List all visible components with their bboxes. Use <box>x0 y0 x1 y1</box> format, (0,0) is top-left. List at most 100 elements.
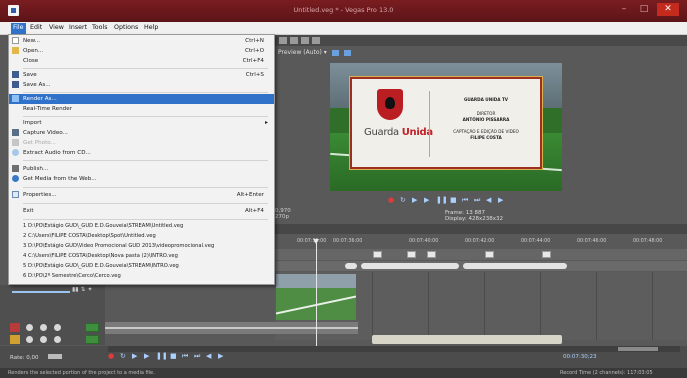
solo-icon[interactable] <box>40 324 47 331</box>
menu-item-exit[interactable]: Exit Alt+F4 <box>9 206 274 216</box>
time-ruler[interactable]: 00:07:35:00 00:07:36:00 00:07:40:00 00:0… <box>275 239 687 248</box>
preview-settings-icon[interactable] <box>279 37 287 44</box>
preview-quality[interactable]: Preview (Auto) ▾ <box>278 49 351 56</box>
next-frame-icon[interactable]: ▶ <box>498 196 503 204</box>
menu-tools[interactable]: Tools <box>90 24 110 31</box>
menu-item-get-photo: Get Photo... <box>9 138 274 148</box>
menu-item-extract-audio[interactable]: Extract Audio from CD... <box>9 148 274 158</box>
play-from-start-icon[interactable]: ▶ <box>412 196 417 204</box>
audio-track-header[interactable] <box>10 335 102 344</box>
marker-bar[interactable] <box>275 249 687 260</box>
recent-file-1[interactable]: 1 D:\PO\Estágio GUD\_GUD E.D.Gouveia\STR… <box>23 223 183 229</box>
menu-insert[interactable]: Insert <box>67 24 89 31</box>
go-to-start-icon[interactable]: ⏮ <box>462 196 468 205</box>
track-volume-slider[interactable] <box>12 291 70 293</box>
next-frame-icon[interactable]: ▶ <box>218 352 223 360</box>
loop-icon[interactable]: ↻ <box>120 352 126 360</box>
menu-item-properties[interactable]: Properties... Alt+Enter <box>9 190 274 200</box>
card-separator <box>429 91 430 157</box>
menu-item-real-time-render[interactable]: Real-Time Render <box>9 104 274 114</box>
title-bar: Untitled.veg * - Vegas Pro 13.0 – □ ✕ <box>0 0 687 22</box>
mute-icon[interactable] <box>26 324 33 331</box>
menu-item-save-as[interactable]: Save As... <box>9 80 274 90</box>
mute-icon[interactable] <box>26 336 33 343</box>
play-from-start-icon[interactable]: ▶ <box>132 352 137 360</box>
split-screen-icon[interactable] <box>290 37 298 44</box>
overlay-icon[interactable] <box>301 37 309 44</box>
recent-file-4[interactable]: 4 C:\Users\FILIPE COSTA\Desktop\Nova pas… <box>23 253 178 259</box>
menu-edit[interactable]: Edit <box>28 24 44 31</box>
video-track-header[interactable] <box>10 323 102 332</box>
rate-slider[interactable] <box>48 354 62 359</box>
loop-region-bar[interactable] <box>275 261 687 271</box>
timeline-scrollbar[interactable] <box>108 346 680 352</box>
close-icon[interactable]: ✕ <box>657 3 679 16</box>
minimize-icon[interactable]: – <box>616 3 632 16</box>
recent-file-2[interactable]: 2 C:\Users\FILIPE COSTA\Desktop\Spot\Unt… <box>23 233 156 239</box>
menu-options[interactable]: Options <box>112 24 140 31</box>
record-icon[interactable]: ● <box>388 196 394 204</box>
menu-item-capture-video[interactable]: Capture Video... <box>9 128 274 138</box>
menu-item-render-as[interactable]: Render As... <box>9 94 274 104</box>
track-controls[interactable]: ▮▮ ⇅ ✦ <box>72 286 92 293</box>
marker[interactable] <box>427 251 436 258</box>
play-icon[interactable]: ▶ <box>144 352 149 360</box>
loop-icon[interactable]: ↻ <box>400 196 406 204</box>
menu-item-new[interactable]: New... Ctrl+N <box>9 36 274 46</box>
snapshot-icon[interactable] <box>331 49 339 56</box>
copy-snapshot-icon[interactable] <box>343 49 351 56</box>
title-card: Guarda Unida GUARDA UNIDA TV DIRETOR ANT… <box>350 77 542 169</box>
card-line-5: FILIPE COSTA <box>470 135 502 140</box>
gridline <box>484 272 485 340</box>
menu-item-import[interactable]: Import ▸ <box>9 118 274 128</box>
go-to-end-icon[interactable]: ⏭ <box>194 352 200 361</box>
prev-frame-icon[interactable]: ◀ <box>486 196 491 204</box>
menu-item-get-media-web[interactable]: Get Media from the Web... <box>9 174 274 184</box>
go-to-start-icon[interactable]: ⏮ <box>182 352 188 361</box>
menu-file[interactable]: File <box>11 23 26 34</box>
menu-help[interactable]: Help <box>142 24 160 31</box>
recent-file-5[interactable]: 5 D:\PO\Estágio GUD\_GUD E.D.Gouveia\STR… <box>23 263 179 269</box>
menu-view[interactable]: View <box>47 24 66 31</box>
fx-icon[interactable] <box>54 324 61 331</box>
rate-label: Rate: 0,00 <box>10 355 39 361</box>
audio-clip-1[interactable] <box>105 322 358 334</box>
track-color-swatch <box>10 323 20 332</box>
menu-item-open[interactable]: Open... Ctrl+O <box>9 46 274 56</box>
preview-quality-label: Preview (Auto) <box>278 49 322 56</box>
pause-icon[interactable]: ❚❚ <box>436 196 448 204</box>
marker[interactable] <box>373 251 382 258</box>
region-segment[interactable] <box>361 263 459 269</box>
marker[interactable] <box>407 251 416 258</box>
region-segment[interactable] <box>345 263 357 269</box>
menu-item-close[interactable]: Close Ctrl+F4 <box>9 56 274 66</box>
recent-file-6[interactable]: 6 D:\PO\2º Semestre\Cerco\Cerco.veg <box>23 273 121 279</box>
go-to-end-icon[interactable]: ⏭ <box>474 196 480 205</box>
scrollbar-thumb[interactable] <box>618 347 658 351</box>
region-segment[interactable] <box>463 263 567 269</box>
marker[interactable] <box>542 251 551 258</box>
menu-item-save[interactable]: Save Ctrl+S <box>9 70 274 80</box>
record-icon[interactable]: ● <box>108 352 114 360</box>
stop-icon[interactable]: ■ <box>450 196 457 204</box>
track-level-meter <box>85 323 99 332</box>
vegas-window: Untitled.veg * - Vegas Pro 13.0 – □ ✕ Fi… <box>0 0 687 378</box>
menu-separator <box>23 219 268 220</box>
play-icon[interactable]: ▶ <box>424 196 429 204</box>
prev-frame-icon[interactable]: ◀ <box>206 352 211 360</box>
external-monitor-icon[interactable] <box>312 37 320 44</box>
menu-item-publish[interactable]: Publish... <box>9 164 274 174</box>
marker[interactable] <box>485 251 494 258</box>
audio-clip-2[interactable] <box>372 335 562 344</box>
display-label: Display: <box>445 216 467 222</box>
recent-file-3[interactable]: 3 D:\PO\Estágio GUD\Video Promocional GU… <box>23 243 214 249</box>
ruler-label: 00:07:46:00 <box>577 239 607 244</box>
solo-icon[interactable] <box>40 336 47 343</box>
playhead-cursor[interactable] <box>313 239 319 346</box>
status-text: Renders the selected portion of the proj… <box>8 370 155 376</box>
track-color-swatch <box>10 335 20 344</box>
stop-icon[interactable]: ■ <box>170 352 177 360</box>
fx-icon[interactable] <box>54 336 61 343</box>
pause-icon[interactable]: ❚❚ <box>156 352 168 360</box>
maximize-icon[interactable]: □ <box>636 3 652 16</box>
